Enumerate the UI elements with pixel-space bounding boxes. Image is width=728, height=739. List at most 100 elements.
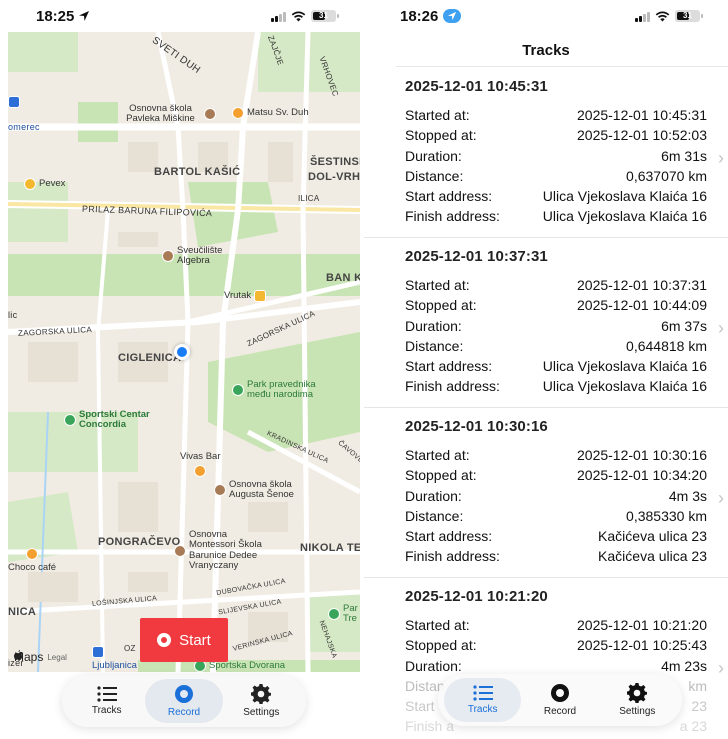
- distance-label: Distance:: [405, 337, 464, 354]
- map-label-bartol: BARTOL KAŠIĆ: [154, 166, 241, 178]
- map-label-dol-vrhovec: DOL-VRHOVE: [308, 171, 360, 183]
- restaurant-icon: [232, 107, 244, 119]
- started-at-row: Started at: 2025-12-01 10:45:31: [405, 105, 707, 125]
- tab-settings-label: Settings: [619, 706, 656, 717]
- record-icon: [550, 684, 569, 702]
- current-location-marker: [174, 344, 190, 360]
- start-address-value: 23: [691, 698, 707, 715]
- distance-row: Distance: 0,385330 km: [405, 506, 707, 526]
- started-at-row: Started at: 2025-12-01 10:37:31: [405, 275, 707, 295]
- finish-address-label: Finish address:: [405, 378, 500, 395]
- started-at-label: Started at:: [405, 277, 470, 293]
- start-address-row: Start address: Ulica Vjekoslava Klaića 16: [405, 186, 707, 206]
- finish-address-value: a 23: [679, 718, 707, 735]
- start-address-value: Ulica Vjekoslava Klaića 16: [542, 358, 707, 375]
- track-title: 2025-12-01 10:21:20: [405, 588, 548, 605]
- stopped-at-label: Stopped at:: [405, 467, 477, 484]
- status-time-group: 18:26: [400, 7, 462, 25]
- distance-value: 0,385330 km: [626, 507, 707, 524]
- track-row[interactable]: 2025-12-01 10:37:31 Started at: 2025-12-0…: [364, 238, 728, 408]
- stopped-at-label: Stopped at:: [405, 127, 477, 144]
- duration-row: Duration: 6m 31s: [405, 146, 707, 166]
- distance-label: Distance:: [405, 507, 464, 524]
- tab-settings[interactable]: Settings: [223, 679, 300, 723]
- started-at-value: 2025-12-01 10:37:31: [577, 277, 707, 293]
- duration-value: 6m 37s: [661, 317, 707, 334]
- map-view[interactable]: SVETI DUH ZAJČJE VRHOVEC omerec BARTOL K…: [8, 32, 360, 672]
- poi-label: Sveučilište Algebra: [177, 245, 223, 267]
- nav-divider: [396, 66, 728, 67]
- cellular-signal-icon: [271, 11, 286, 22]
- bar-icon: [194, 465, 207, 478]
- tab-record[interactable]: Record: [145, 679, 223, 723]
- finish-address-value: Ulica Vjekoslava Klaića 16: [542, 208, 707, 225]
- school-icon: [204, 108, 216, 121]
- poi-label: Ljubljanica: [92, 660, 137, 671]
- poi-park-pravednika[interactable]: Park pravednika među narodima: [232, 379, 328, 401]
- tab-settings-label: Settings: [243, 707, 280, 718]
- duration-value: 6m 31s: [661, 147, 707, 164]
- tab-settings[interactable]: Settings: [599, 678, 676, 722]
- poi-matsu[interactable]: Matsu Sv. Duh: [232, 107, 309, 119]
- poi-label: Vrutak: [224, 289, 252, 301]
- map-label-ban-ke: BAN KE: [326, 272, 360, 284]
- track-title: 2025-12-01 10:37:31: [405, 248, 548, 265]
- map-label-sestinski: ŠESTINSKI: [310, 156, 360, 168]
- start-button[interactable]: Start: [140, 618, 228, 662]
- start-address-label: Start: [405, 698, 435, 715]
- stopped-at-row: Stopped at: 2025-12-01 10:34:20: [405, 465, 707, 485]
- wifi-icon: [655, 11, 670, 21]
- bus-icon: [8, 96, 20, 108]
- track-row[interactable]: 2025-12-01 10:45:31 Started at: 2025-12-0…: [364, 68, 728, 238]
- start-address-row: Start address: Ulica Vjekoslava Klaića 16: [405, 356, 707, 376]
- poi-transit[interactable]: [8, 96, 20, 108]
- poi-osnovna-as[interactable]: Osnovna škola Augusta Šenoe: [214, 479, 314, 501]
- tab-record[interactable]: Record: [521, 678, 598, 722]
- track-title: 2025-12-01 10:30:16: [405, 418, 548, 435]
- poi-label: Vivas Bar: [180, 451, 221, 462]
- duration-label: Duration:: [405, 657, 462, 674]
- track-row[interactable]: 2025-12-01 10:30:16 Started at: 2025-12-0…: [364, 408, 728, 578]
- poi-par-tre[interactable]: Par Tre: [328, 603, 360, 625]
- stopped-at-label: Stopped at:: [405, 637, 477, 654]
- legal-link[interactable]: Legal: [47, 653, 67, 662]
- poi-montessori[interactable]: Osnovna Montessori Škola Barunice Dedee …: [174, 529, 274, 572]
- map-label-nikola-tes: NIKOLA TES: [300, 542, 360, 554]
- school-icon: [174, 544, 186, 557]
- poi-ljubljanica[interactable]: Ljubljanica: [92, 646, 137, 671]
- duration-label: Duration:: [405, 147, 462, 164]
- tab-tracks[interactable]: Tracks: [444, 678, 522, 722]
- tab-bar: Tracks Record Settings: [438, 674, 682, 726]
- poi-label: Choco café: [8, 562, 57, 573]
- status-time: 18:25: [36, 7, 75, 25]
- poi-pevex[interactable]: Pevex: [24, 178, 65, 190]
- start-address-label: Start address:: [405, 358, 493, 375]
- map-label-ilica: ILICA: [298, 194, 320, 203]
- poi-vrutak[interactable]: Vrutak: [224, 289, 267, 302]
- page-title: Tracks: [522, 42, 570, 59]
- duration-label: Duration:: [405, 317, 462, 334]
- cellular-signal-icon: [635, 11, 650, 22]
- poi-osnovna-pm[interactable]: Osnovna škola Pavleka Miškine: [120, 103, 216, 125]
- map-label-lic: lic: [8, 310, 18, 320]
- stopped-at-value: 2025-12-01 10:52:03: [577, 127, 707, 144]
- start-address-value: Kačićeva ulica 23: [598, 528, 707, 545]
- status-time: 18:26: [400, 7, 439, 25]
- apple-maps-attribution[interactable]: Maps Legal: [14, 650, 67, 664]
- shop-icon: [24, 178, 36, 190]
- poi-sportski-centar[interactable]: Sportski Centar Concordia: [64, 409, 160, 431]
- poi-sveuciliste[interactable]: Sveučilište Algebra: [162, 245, 242, 267]
- started-at-value: 2025-12-01 10:21:20: [577, 617, 707, 633]
- poi-vivas-bar[interactable]: Vivas Bar: [180, 451, 221, 478]
- stopped-at-value: 2025-12-01 10:25:43: [577, 637, 707, 654]
- distance-row: Distance: 0,637070 km: [405, 166, 707, 186]
- poi-choco-cafe[interactable]: Choco café: [8, 548, 56, 573]
- location-active-icon: [443, 9, 462, 23]
- gear-icon: [251, 684, 272, 704]
- status-time-group: 18:25: [36, 8, 90, 25]
- tab-tracks[interactable]: Tracks: [68, 679, 145, 723]
- park-icon: [328, 608, 340, 621]
- distance-value: 0,644818 km: [626, 337, 707, 354]
- poi-label: Matsu Sv. Duh: [247, 106, 309, 118]
- map-label-omerec: omerec: [8, 122, 40, 132]
